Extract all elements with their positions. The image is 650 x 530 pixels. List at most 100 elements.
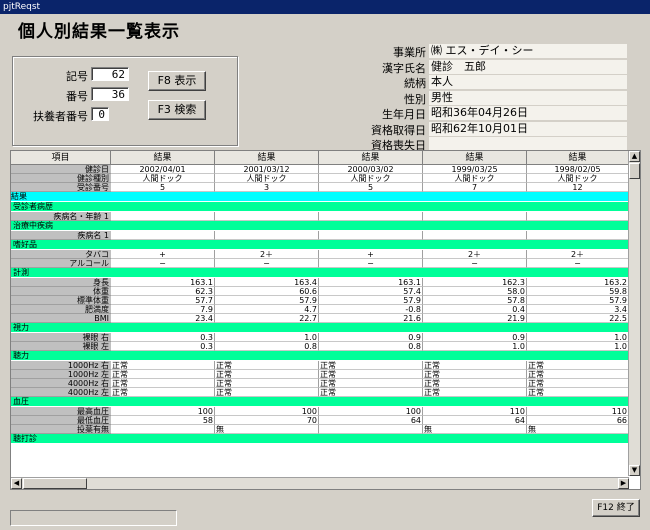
table-cell[interactable]: 57.4 — [319, 287, 423, 296]
table-cell[interactable]: 3.4 — [527, 305, 629, 314]
table-cell[interactable]: -0.8 — [319, 305, 423, 314]
fuyo-input[interactable]: 0 — [91, 107, 109, 121]
table-cell[interactable]: 66 — [527, 416, 629, 425]
table-cell[interactable] — [319, 212, 423, 221]
kigo-input[interactable]: 62 — [91, 67, 129, 81]
table-cell[interactable]: 正常 — [527, 361, 629, 370]
table-cell[interactable]: 1.0 — [527, 342, 629, 351]
table-cell[interactable]: 正常 — [111, 361, 215, 370]
table-cell[interactable]: 正常 — [111, 370, 215, 379]
table-cell[interactable]: 正常 — [111, 388, 215, 397]
table-cell[interactable]: 2＋ — [423, 250, 527, 259]
table-cell[interactable]: 正常 — [527, 379, 629, 388]
table-cell[interactable]: 人間ドック — [527, 174, 629, 183]
table-cell[interactable]: 正常 — [215, 361, 319, 370]
table-cell[interactable] — [319, 425, 423, 434]
table-cell[interactable]: 人間ドック — [111, 174, 215, 183]
table-cell[interactable]: 2002/04/01 — [111, 165, 215, 174]
table-cell[interactable] — [111, 231, 215, 240]
table-cell[interactable]: 57.9 — [215, 296, 319, 305]
table-cell[interactable]: 12 — [527, 183, 629, 192]
table-cell[interactable]: 7 — [423, 183, 527, 192]
table-cell[interactable]: 62.3 — [111, 287, 215, 296]
table-cell[interactable]: 0.8 — [215, 342, 319, 351]
table-cell[interactable]: 2000/03/02 — [319, 165, 423, 174]
table-cell[interactable]: 人間ドック — [423, 174, 527, 183]
table-cell[interactable] — [111, 212, 215, 221]
table-cell[interactable]: 1999/03/25 — [423, 165, 527, 174]
f8-display-button[interactable]: F8 表示 — [148, 71, 206, 91]
table-cell[interactable] — [319, 231, 423, 240]
scroll-thumb[interactable] — [629, 163, 640, 179]
table-cell[interactable]: 人間ドック — [215, 174, 319, 183]
table-cell[interactable] — [423, 231, 527, 240]
table-cell[interactable]: 64 — [423, 416, 527, 425]
table-cell[interactable]: 0.9 — [423, 333, 527, 342]
table-cell[interactable]: 3 — [215, 183, 319, 192]
table-cell[interactable] — [215, 231, 319, 240]
table-cell[interactable]: 無 — [423, 425, 527, 434]
table-cell[interactable]: 57.7 — [111, 296, 215, 305]
table-cell[interactable]: 2＋ — [527, 250, 629, 259]
table-cell[interactable]: 59.8 — [527, 287, 629, 296]
table-cell[interactable]: 0.4 — [423, 305, 527, 314]
table-cell[interactable]: 0.3 — [111, 333, 215, 342]
scroll-left-icon[interactable]: ◀ — [11, 478, 22, 489]
table-cell[interactable]: 正常 — [423, 370, 527, 379]
table-cell[interactable]: 無 — [527, 425, 629, 434]
table-cell[interactable]: 60.6 — [215, 287, 319, 296]
table-cell[interactable]: 2001/03/12 — [215, 165, 319, 174]
table-cell[interactable]: 58.0 — [423, 287, 527, 296]
table-cell[interactable] — [423, 212, 527, 221]
table-cell[interactable]: + — [319, 250, 423, 259]
vertical-scrollbar[interactable]: ▲ ▼ — [628, 151, 640, 476]
table-cell[interactable]: 1.0 — [215, 333, 319, 342]
table-cell[interactable]: 57.9 — [527, 296, 629, 305]
table-cell[interactable]: 正常 — [527, 388, 629, 397]
table-cell[interactable]: 21.6 — [319, 314, 423, 323]
table-cell[interactable]: 正常 — [423, 361, 527, 370]
table-cell[interactable] — [527, 212, 629, 221]
table-cell[interactable]: 23.4 — [111, 314, 215, 323]
table-cell[interactable]: 0.9 — [319, 333, 423, 342]
table-cell[interactable]: 100 — [319, 407, 423, 416]
table-cell[interactable]: 正常 — [215, 379, 319, 388]
table-cell[interactable]: 100 — [215, 407, 319, 416]
table-cell[interactable]: 163.1 — [319, 278, 423, 287]
table-cell[interactable]: 1.0 — [527, 333, 629, 342]
results-grid[interactable]: 項目 結果 結果 結果 結果 結果 健診日 2002/04/01 2001/03/1… — [10, 150, 641, 490]
table-cell[interactable]: 5 — [111, 183, 215, 192]
table-cell[interactable]: 0.8 — [319, 342, 423, 351]
table-cell[interactable]: 58 — [111, 416, 215, 425]
table-cell[interactable]: 110 — [527, 407, 629, 416]
table-cell[interactable]: 1.0 — [423, 342, 527, 351]
f12-exit-button[interactable]: F12 終了 — [592, 499, 640, 517]
table-cell[interactable] — [111, 425, 215, 434]
table-cell[interactable]: 21.9 — [423, 314, 527, 323]
table-cell[interactable]: 正常 — [423, 388, 527, 397]
table-cell[interactable]: 0.3 — [111, 342, 215, 351]
table-cell[interactable]: 22.5 — [527, 314, 629, 323]
table-cell[interactable]: 7.9 — [111, 305, 215, 314]
table-cell[interactable]: 正常 — [215, 388, 319, 397]
table-cell[interactable]: 正常 — [319, 361, 423, 370]
table-cell[interactable]: 70 — [215, 416, 319, 425]
table-cell[interactable]: 正常 — [527, 370, 629, 379]
table-cell[interactable]: 人間ドック — [319, 174, 423, 183]
table-cell[interactable]: 22.7 — [215, 314, 319, 323]
table-cell[interactable]: 正常 — [319, 379, 423, 388]
table-cell[interactable]: 無 — [215, 425, 319, 434]
table-cell[interactable] — [215, 212, 319, 221]
table-cell[interactable]: 正常 — [319, 388, 423, 397]
table-cell[interactable]: + — [111, 250, 215, 259]
table-cell[interactable]: 正常 — [111, 379, 215, 388]
table-cell[interactable]: 正常 — [319, 370, 423, 379]
table-cell[interactable] — [527, 231, 629, 240]
table-cell[interactable]: 163.2 — [527, 278, 629, 287]
table-cell[interactable]: 1998/02/05 — [527, 165, 629, 174]
table-cell[interactable]: − — [423, 259, 527, 268]
horizontal-scrollbar[interactable]: ◀ ▶ — [11, 477, 629, 489]
f3-search-button[interactable]: F3 検索 — [148, 100, 206, 120]
table-cell[interactable]: 57.8 — [423, 296, 527, 305]
table-cell[interactable]: 5 — [319, 183, 423, 192]
